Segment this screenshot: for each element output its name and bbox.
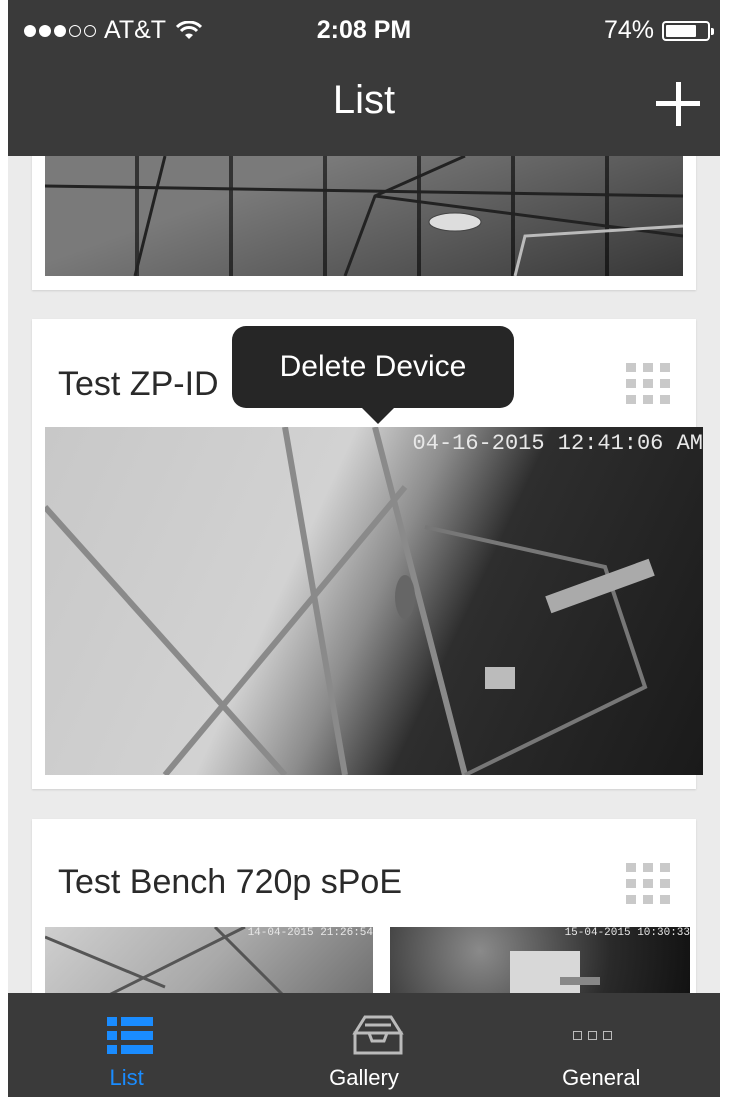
grid-icon[interactable] [626,363,670,404]
list-icon [107,1017,153,1055]
grid-icon[interactable] [626,863,670,904]
tooltip-label: Delete Device [279,350,467,383]
tab-gallery[interactable]: Gallery [245,993,482,1097]
tab-label: General [562,1065,641,1090]
phone-screen: AT&T 2:08 PM 74% List Test ZP-ID 04-16-2… [8,0,720,1097]
delete-device-tooltip[interactable]: Delete Device [232,326,514,424]
page-title: List [332,78,396,122]
tab-general[interactable]: General [483,993,720,1097]
camera-feed[interactable]: 04-16-2015 12:41:06 AM [45,427,703,775]
status-bar: AT&T 2:08 PM 74% [8,14,720,52]
battery-icon [662,20,714,41]
navigation-header: AT&T 2:08 PM 74% List [8,0,720,156]
battery-percent: 74% [603,16,654,44]
battery-fill [666,24,696,37]
feed-timestamp: 14-04-2015 21:26:54 [247,927,373,939]
tab-list[interactable]: List [8,993,245,1097]
tab-label: Gallery [329,1065,399,1090]
more-icon [572,1031,612,1040]
tab-label: List [109,1065,144,1090]
feed-timestamp: 04-16-2015 12:41:06 AM [412,431,703,456]
tooltip-arrow [362,408,394,424]
feed-timestamp: 15-04-2015 10:30:33 [564,927,690,939]
tab-bar: List Gallery General [8,993,720,1097]
add-device-button[interactable] [656,82,700,126]
device-title: Test Bench 720p sPoE [58,863,403,901]
battery-group: 74% [603,16,714,45]
tray-icon [352,1015,405,1055]
camera-feed[interactable] [45,156,683,276]
device-title: Test ZP-ID [58,365,219,403]
